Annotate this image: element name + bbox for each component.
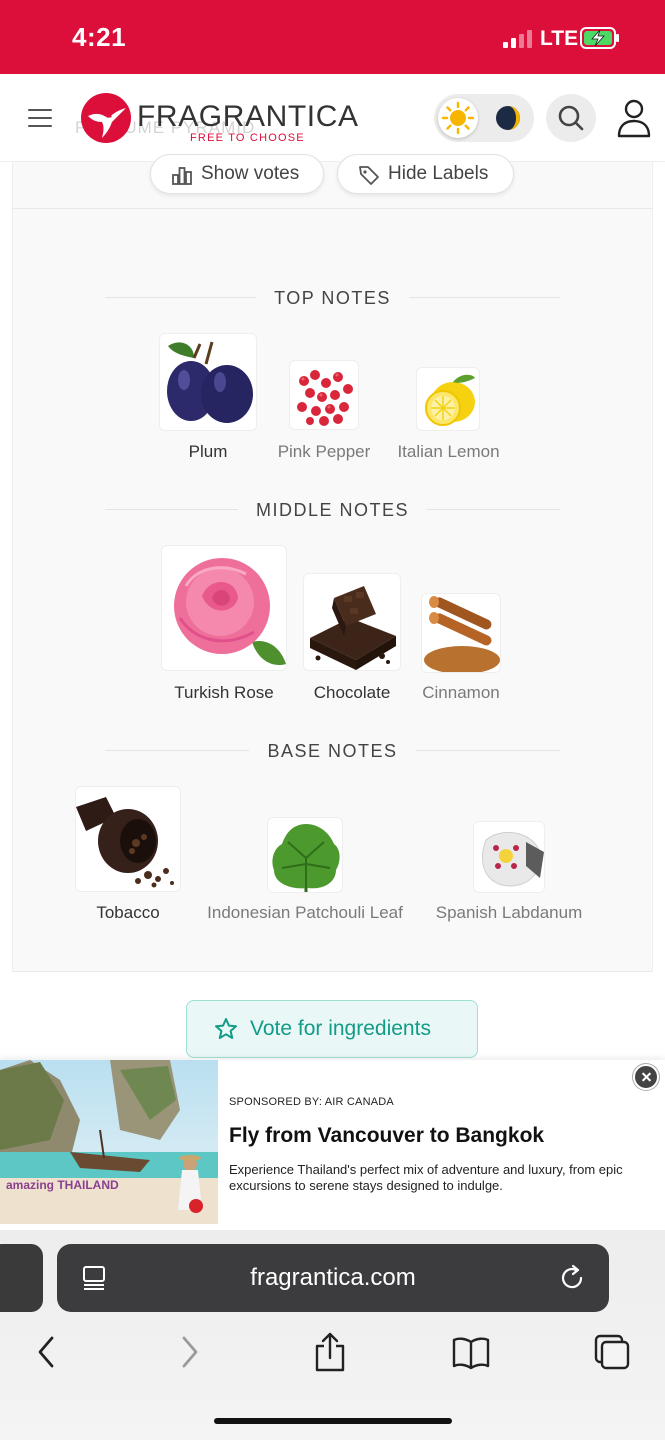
- logo-text[interactable]: FRAGRANTICA: [137, 100, 359, 134]
- share-icon[interactable]: [310, 1330, 350, 1374]
- note-label-indonesian-patchouli-leaf[interactable]: Indonesian Patchouli Leaf: [197, 903, 413, 923]
- reload-icon[interactable]: [559, 1264, 587, 1292]
- plum-image[interactable]: [159, 333, 257, 431]
- theme-toggle[interactable]: [434, 94, 534, 142]
- note-label-turkish-rose[interactable]: Turkish Rose: [164, 683, 284, 703]
- moon-icon[interactable]: [494, 104, 522, 132]
- tobacco-image[interactable]: [75, 786, 181, 892]
- search-button[interactable]: [546, 94, 596, 142]
- user-icon[interactable]: [614, 96, 654, 140]
- sun-icon[interactable]: [438, 98, 478, 138]
- pink-pepper-image[interactable]: [289, 360, 359, 430]
- forward-icon[interactable]: [170, 1330, 210, 1374]
- note-label-spanish-labdanum[interactable]: Spanish Labdanum: [429, 903, 589, 923]
- home-indicator[interactable]: [214, 1418, 452, 1424]
- site-header: PERFUME PYRAMID FRAGRANTICA FREE TO CHOO…: [0, 74, 665, 162]
- bookmarks-icon[interactable]: [451, 1330, 491, 1374]
- tabs-icon[interactable]: [592, 1330, 632, 1374]
- show-votes-button[interactable]: Show votes: [150, 154, 324, 194]
- note-label-pink-pepper[interactable]: Pink Pepper: [274, 442, 374, 462]
- note-label-plum[interactable]: Plum: [159, 442, 257, 462]
- tag-icon: [359, 166, 379, 185]
- vote-for-ingredients-button[interactable]: Vote for ingredients: [186, 1000, 478, 1058]
- status-bar: 4:21 LTE: [0, 0, 665, 74]
- browser-nav-row: [0, 1330, 665, 1380]
- note-label-cinnamon[interactable]: Cinnamon: [411, 683, 511, 703]
- logo-tagline: FREE TO CHOOSE: [190, 132, 305, 144]
- chocolate-image[interactable]: [303, 573, 401, 671]
- signal-icon: [503, 30, 533, 48]
- patchouli-image[interactable]: [267, 817, 343, 893]
- logo-icon[interactable]: [80, 92, 132, 144]
- labdanum-image[interactable]: [473, 821, 545, 893]
- back-icon[interactable]: [28, 1330, 68, 1374]
- rose-image[interactable]: [161, 545, 287, 671]
- note-label-italian-lemon[interactable]: Italian Lemon: [392, 442, 505, 462]
- search-icon[interactable]: [546, 94, 596, 142]
- sponsored-ad[interactable]: amazing THAILAND SPONSORED BY: AIR CANAD…: [0, 1060, 665, 1230]
- ad-body: Experience Thailand's perfect mix of adv…: [229, 1162, 623, 1193]
- url-bar[interactable]: fragrantica.com: [57, 1244, 609, 1312]
- ad-sponsor: SPONSORED BY: AIR CANADA: [229, 1096, 394, 1108]
- battery-icon: [580, 27, 619, 49]
- ad-image[interactable]: amazing THAILAND: [0, 1060, 218, 1224]
- ad-title[interactable]: Fly from Vancouver to Bangkok: [229, 1124, 544, 1148]
- url-text[interactable]: fragrantica.com: [57, 1264, 609, 1292]
- star-icon: [215, 1018, 237, 1039]
- divider: [12, 208, 653, 209]
- note-label-tobacco[interactable]: Tobacco: [78, 903, 178, 923]
- base-notes-title: BASE NOTES: [0, 741, 665, 762]
- ad-image-brand-text: amazing THAILAND: [6, 1178, 119, 1192]
- hide-labels-label: Hide Labels: [388, 163, 489, 184]
- middle-notes-title: MIDDLE NOTES: [0, 500, 665, 521]
- vote-button-label: Vote for ingredients: [250, 1017, 431, 1040]
- ad-close-icon[interactable]: [633, 1064, 659, 1090]
- browser-toolbar: fragrantica.com: [0, 1230, 665, 1440]
- show-votes-label: Show votes: [201, 163, 300, 184]
- lemon-image[interactable]: [416, 367, 480, 431]
- cinnamon-image[interactable]: [421, 593, 501, 673]
- status-time: 4:21: [72, 22, 127, 52]
- network-label: LTE: [540, 27, 579, 50]
- bar-chart-icon: [172, 167, 192, 185]
- hide-labels-button[interactable]: Hide Labels: [337, 154, 514, 194]
- note-label-chocolate[interactable]: Chocolate: [302, 683, 402, 703]
- menu-icon[interactable]: [28, 109, 52, 127]
- top-notes-title: TOP NOTES: [0, 288, 665, 309]
- previous-tab-preview[interactable]: [0, 1244, 43, 1312]
